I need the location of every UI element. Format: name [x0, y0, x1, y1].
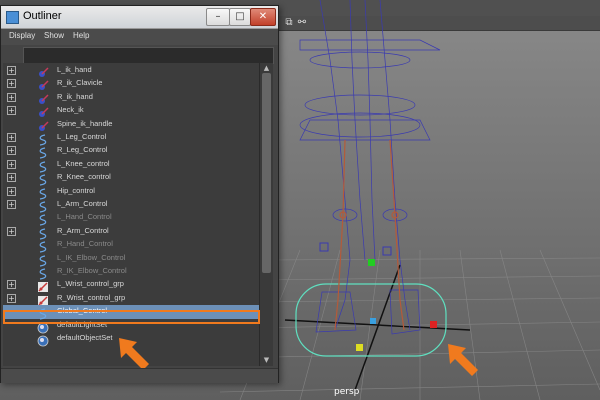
- pole-marker-green: [368, 259, 375, 266]
- list-item-label: R_Hand_Control: [57, 239, 113, 249]
- z-axis-marker: [356, 344, 363, 351]
- maximize-button[interactable]: □: [229, 8, 251, 26]
- curve-icon: [37, 238, 49, 253]
- list-item-label: L_Hand_Control: [57, 212, 112, 222]
- list-item-label: L_IK_Elbow_Control: [57, 252, 126, 262]
- list-item-label: L_Arm_Control: [57, 199, 108, 208]
- expand-icon[interactable]: +: [7, 159, 16, 169]
- list-item[interactable]: + Neck_ik: [3, 104, 259, 118]
- curve-icon: [37, 131, 49, 146]
- list-item[interactable]: L_IK_Elbow_Control: [3, 252, 259, 267]
- skeleton: [334, 139, 405, 331]
- arrow-icon: [448, 344, 478, 376]
- knee-locator-left: [319, 242, 329, 252]
- list-item-label: R_ik_Clavicle: [57, 78, 103, 88]
- curve-icon: [37, 144, 49, 159]
- expand-icon[interactable]: +: [7, 293, 16, 303]
- list-item[interactable]: + R_ik_Clavicle: [3, 77, 259, 91]
- status-bar: [1, 368, 278, 383]
- list-item[interactable]: + R_Leg_Control: [3, 144, 259, 159]
- scroll-down-icon[interactable]: ▼: [262, 356, 271, 364]
- expand-icon[interactable]: +: [7, 186, 16, 196]
- list-item-label: Hip_control: [57, 185, 95, 195]
- set-icon: [37, 332, 49, 347]
- list-item-label: defaultObjectSet: [57, 333, 113, 342]
- curve-icon: [37, 158, 49, 173]
- outliner-window: Outliner – □ ✕ Display Show Help + L_ik_h…: [0, 5, 279, 383]
- list-item-label: Spine_ik_handle: [57, 118, 113, 128]
- close-button[interactable]: ✕: [250, 8, 276, 26]
- list-item[interactable]: + L_Arm_Control: [3, 198, 259, 213]
- ik-handle-icon: [37, 118, 49, 131]
- list-item-label: L_Knee_control: [57, 158, 110, 168]
- list-item-label: R_Leg_Control: [57, 145, 108, 155]
- list-item[interactable]: + L_Knee_control: [3, 158, 259, 173]
- list-item[interactable]: + Hip_control: [3, 185, 259, 200]
- curve-icon: [37, 185, 49, 200]
- list-item[interactable]: L_Hand_Control: [3, 211, 259, 226]
- list-item-label: R_Knee_control: [57, 172, 111, 182]
- camera-label: persp: [334, 387, 360, 397]
- scroll-up-icon[interactable]: ▲: [262, 64, 271, 72]
- list-item[interactable]: + R_Wrist_control_grp: [3, 292, 259, 306]
- list-item[interactable]: + R_ik_hand: [3, 91, 259, 104]
- menu-show[interactable]: Show: [44, 31, 64, 40]
- list-item-label: L_ik_hand: [57, 65, 92, 74]
- list-item[interactable]: + L_Leg_Control: [3, 131, 259, 146]
- list-item[interactable]: R_Hand_Control: [3, 238, 259, 253]
- list-item-label: R_Arm_Control: [57, 225, 109, 235]
- list-item-label: R_ik_hand: [57, 91, 93, 101]
- expand-icon[interactable]: +: [7, 226, 16, 236]
- list-item-label: R_IK_Elbow_Control: [57, 266, 127, 275]
- expand-icon[interactable]: +: [7, 200, 16, 209]
- expand-icon[interactable]: +: [7, 133, 16, 142]
- ik-handle-icon: [37, 64, 49, 77]
- list-item-label: L_Wrist_control_grp: [57, 279, 124, 289]
- list-item[interactable]: Spine_ik_handle: [3, 118, 259, 131]
- expand-icon[interactable]: +: [7, 92, 16, 102]
- list-item-label: Neck_ik: [57, 105, 84, 115]
- menu-display[interactable]: Display: [9, 31, 35, 40]
- expand-icon[interactable]: +: [7, 173, 16, 183]
- curve-icon: [37, 198, 49, 213]
- search-input[interactable]: [23, 47, 274, 64]
- vertical-scrollbar[interactable]: ▲ ▼: [259, 63, 273, 366]
- list-item-label: L_Leg_Control: [57, 132, 107, 141]
- ik-handle-icon: [37, 77, 49, 91]
- outliner-app-icon: [6, 11, 19, 24]
- ik-handle-icon: [37, 104, 49, 118]
- list-item[interactable]: + R_Arm_Control: [3, 225, 259, 240]
- x-axis-marker: [430, 321, 437, 328]
- ik-handle-icon: [37, 91, 49, 104]
- list-item[interactable]: + L_Wrist_control_grp: [3, 278, 259, 293]
- curve-icon: [37, 252, 49, 267]
- origin-marker: [370, 318, 376, 324]
- list-item-label: R_Wrist_control_grp: [57, 292, 126, 302]
- expand-icon[interactable]: +: [7, 146, 16, 156]
- knee-locator-right: [382, 246, 392, 256]
- title-bar[interactable]: Outliner – □ ✕: [1, 6, 278, 29]
- group-icon: [37, 278, 49, 293]
- selection-highlight-box: [3, 310, 260, 324]
- arrow-icon: [119, 338, 149, 370]
- list-item[interactable]: R_IK_Elbow_Control: [3, 265, 259, 280]
- curve-icon: [37, 265, 49, 280]
- curve-icon: [37, 171, 49, 186]
- list-item[interactable]: + R_Knee_control: [3, 171, 259, 186]
- expand-icon[interactable]: +: [7, 79, 16, 89]
- curve-icon: [37, 225, 49, 240]
- list-item[interactable]: + L_ik_hand: [3, 64, 259, 77]
- curve-icon: [37, 211, 49, 226]
- window-title: Outliner: [23, 10, 62, 22]
- expand-icon[interactable]: +: [7, 66, 16, 75]
- group-icon: [37, 292, 49, 306]
- minimize-button[interactable]: –: [206, 8, 230, 26]
- expand-icon[interactable]: +: [7, 280, 16, 290]
- expand-icon[interactable]: +: [7, 106, 16, 116]
- menu-bar: Display Show Help: [1, 29, 278, 45]
- scroll-thumb[interactable]: [262, 73, 271, 273]
- menu-help[interactable]: Help: [73, 31, 89, 40]
